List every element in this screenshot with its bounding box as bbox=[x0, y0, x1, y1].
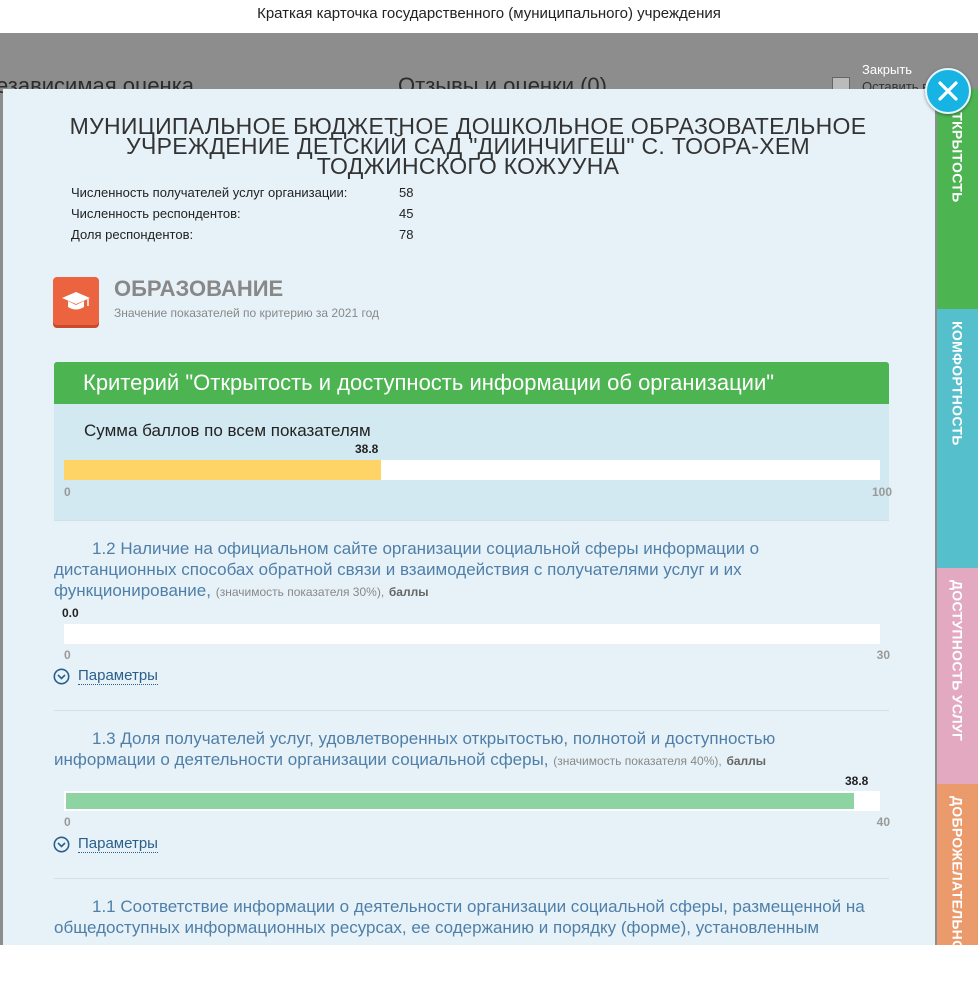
divider bbox=[54, 710, 889, 711]
organization-stats: Численность получателей услуг организаци… bbox=[71, 185, 413, 248]
tab-label: ДОБРОЖЕЛАТЕЛЬНОСТЬ bbox=[949, 796, 966, 981]
sum-panel: Сумма баллов по всем показателям 38.8 0 … bbox=[54, 404, 892, 520]
stat-row: Доля респондентов: 78 bbox=[71, 227, 413, 248]
indicator-1-3-progress-fill bbox=[66, 793, 854, 809]
indicator-unit: баллы bbox=[388, 585, 429, 599]
stat-value: 78 bbox=[399, 227, 414, 242]
tab-comfort[interactable]: КОМФОРТНОСТЬ bbox=[937, 309, 978, 568]
organization-card-modal: МУНИЦИПАЛЬНОЕ БЮДЖЕТНОЕ ДОШКОЛЬНОЕ ОБРАЗ… bbox=[3, 89, 935, 945]
indicator-1-2-axis-max: 30 bbox=[876, 648, 890, 662]
stat-row: Численность респондентов: 45 bbox=[71, 206, 413, 227]
indicator-1-2-progress-bar bbox=[64, 624, 880, 644]
indicator-1-1-text: 1.1 Соответствие информации о деятельнос… bbox=[54, 896, 889, 938]
window-title: Краткая карточка государственного (муниц… bbox=[0, 0, 978, 33]
section-subtitle: Значение показателей по критерию за 2021… bbox=[114, 306, 379, 320]
indicator-1-3-axis-min: 0 bbox=[64, 815, 71, 829]
sum-value: 38.8 bbox=[355, 442, 379, 456]
tab-accessibility[interactable]: ДОСТУПНОСТЬ УСЛУГ bbox=[937, 568, 978, 784]
divider bbox=[54, 520, 889, 521]
indicator-weight: (значимость показателя 40%), bbox=[553, 754, 722, 768]
graduation-cap-icon bbox=[53, 277, 99, 325]
stat-value: 45 bbox=[399, 206, 414, 221]
sum-progress-fill bbox=[64, 460, 381, 480]
stat-label: Доля респондентов: bbox=[71, 227, 194, 242]
indicator-1-3-progress-bar bbox=[64, 791, 880, 811]
indicator-1-2-axis-min: 0 bbox=[64, 648, 71, 662]
divider bbox=[54, 878, 889, 879]
params-label[interactable]: Параметры bbox=[78, 835, 158, 853]
tab-label: ДОСТУПНОСТЬ УСЛУГ bbox=[949, 580, 966, 742]
stat-row: Численность получателей услуг организаци… bbox=[71, 185, 413, 206]
sum-axis-min: 0 bbox=[64, 485, 71, 499]
chevron-down-circle-icon bbox=[53, 668, 70, 684]
indicator-unit: баллы bbox=[726, 754, 767, 768]
indicator-1-2-value: 0.0 bbox=[62, 606, 79, 620]
close-button[interactable] bbox=[925, 68, 971, 114]
stat-value: 58 bbox=[399, 185, 414, 200]
close-icon bbox=[938, 81, 958, 101]
tab-label: КОМФОРТНОСТЬ bbox=[949, 321, 966, 446]
organization-name: МУНИЦИПАЛЬНОЕ БЮДЖЕТНОЕ ДОШКОЛЬНОЕ ОБРАЗ… bbox=[69, 113, 867, 179]
close-label[interactable]: Закрыть bbox=[862, 62, 912, 77]
section-title: ОБРАЗОВАНИЕ bbox=[114, 276, 284, 301]
indicator-1-3-params-toggle[interactable]: Параметры bbox=[53, 835, 158, 853]
criterion-header: Критерий "Открытость и доступность инфор… bbox=[54, 362, 889, 404]
indicator-1-2-params-toggle[interactable]: Параметры bbox=[53, 667, 158, 685]
sum-axis-max: 100 bbox=[871, 485, 892, 499]
indicator-1-3-text: 1.3 Доля получателей услуг, удовлетворен… bbox=[54, 728, 854, 772]
stat-label: Численность респондентов: bbox=[71, 206, 241, 221]
tab-openness[interactable]: ОТКРЫТОСТЬ bbox=[937, 89, 978, 309]
chevron-down-circle-icon bbox=[53, 836, 70, 852]
sum-label: Сумма баллов по всем показателям bbox=[84, 421, 371, 440]
indicator-weight: (значимость показателя 30%), bbox=[215, 585, 385, 599]
tab-label: ОТКРЫТОСТЬ bbox=[949, 101, 966, 203]
tab-friendliness[interactable]: ДОБРОЖЕЛАТЕЛЬНОСТЬ bbox=[937, 784, 978, 981]
indicator-description: 1.1 Соответствие информации о деятельнос… bbox=[54, 897, 865, 937]
indicator-1-3-value: 38.8 bbox=[845, 774, 869, 788]
sum-progress-bar bbox=[64, 460, 880, 480]
stat-label: Численность получателей услуг организаци… bbox=[71, 185, 348, 200]
indicator-1-3-axis-max: 40 bbox=[876, 815, 890, 829]
params-label[interactable]: Параметры bbox=[78, 667, 158, 685]
indicator-1-2-text: 1.2 Наличие на официальном сайте организ… bbox=[54, 538, 854, 603]
